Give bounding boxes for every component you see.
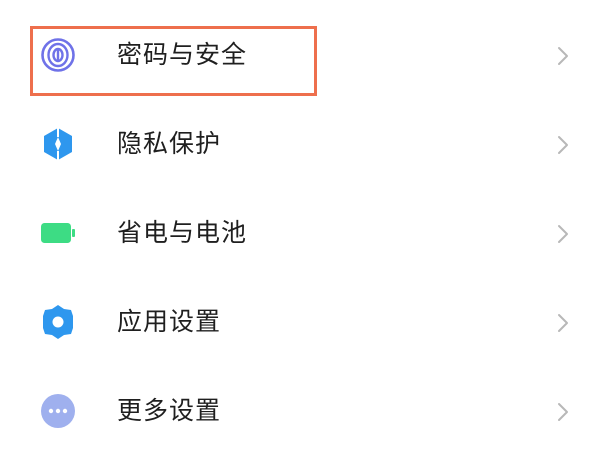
settings-item-label: 密码与安全 — [117, 40, 248, 69]
more-dots-icon — [40, 393, 76, 429]
settings-list: 密码与安全 隐私保护 省电与电池 应用设置 更多设置 — [0, 0, 600, 450]
chevron-right-icon — [556, 135, 570, 155]
settings-item-battery[interactable]: 省电与电池 — [0, 188, 600, 278]
chevron-right-icon — [556, 402, 570, 422]
settings-item-app-settings[interactable]: 应用设置 — [0, 277, 600, 367]
settings-item-privacy[interactable]: 隐私保护 — [0, 99, 600, 189]
settings-item-label: 应用设置 — [117, 307, 222, 336]
battery-icon — [40, 215, 76, 251]
chevron-right-icon — [556, 224, 570, 244]
privacy-shield-icon — [40, 126, 76, 162]
settings-item-more-settings[interactable]: 更多设置 — [0, 366, 600, 450]
settings-item-label: 更多设置 — [117, 396, 222, 425]
settings-item-password-security[interactable]: 密码与安全 — [0, 10, 600, 100]
fingerprint-icon — [40, 37, 76, 73]
chevron-right-icon — [556, 313, 570, 333]
gear-icon — [40, 304, 76, 340]
chevron-right-icon — [556, 46, 570, 66]
settings-item-label: 隐私保护 — [117, 129, 222, 158]
settings-item-label: 省电与电池 — [117, 218, 248, 247]
